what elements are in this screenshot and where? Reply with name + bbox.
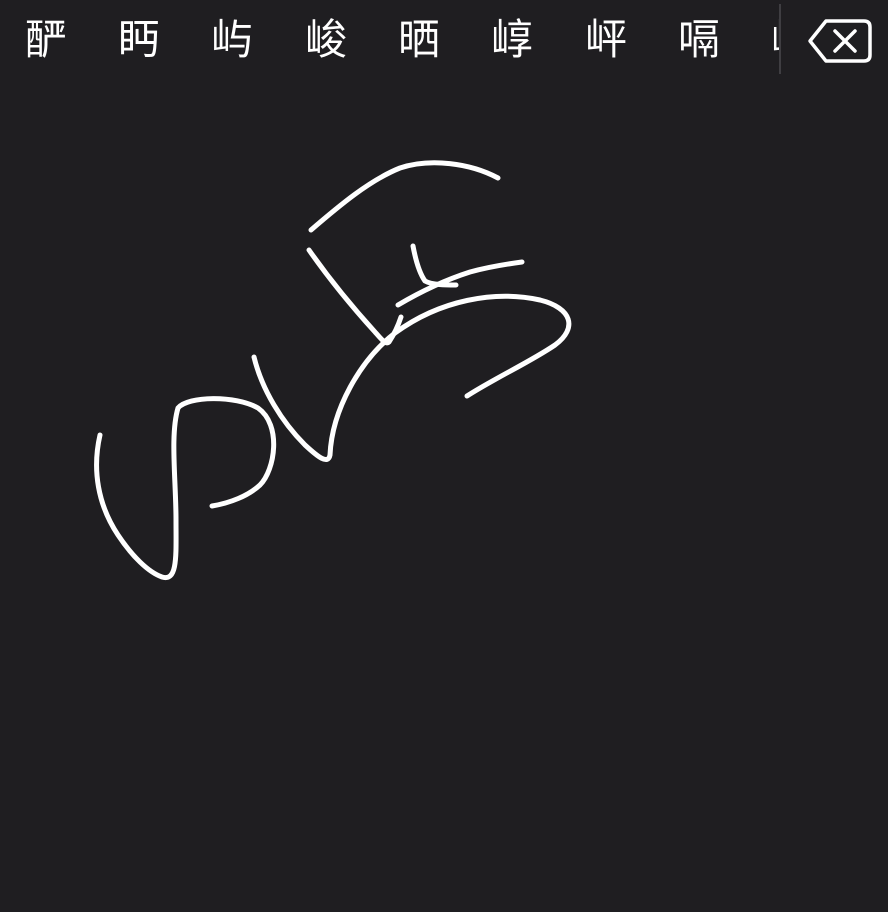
handwriting-stroke: [94, 396, 277, 581]
handwriting-canvas[interactable]: [0, 84, 888, 912]
handwriting-strokes: [94, 160, 572, 581]
handwriting-stroke: [306, 247, 404, 346]
handwriting-stroke: [308, 160, 501, 233]
handwriting-stroke: [251, 293, 572, 462]
